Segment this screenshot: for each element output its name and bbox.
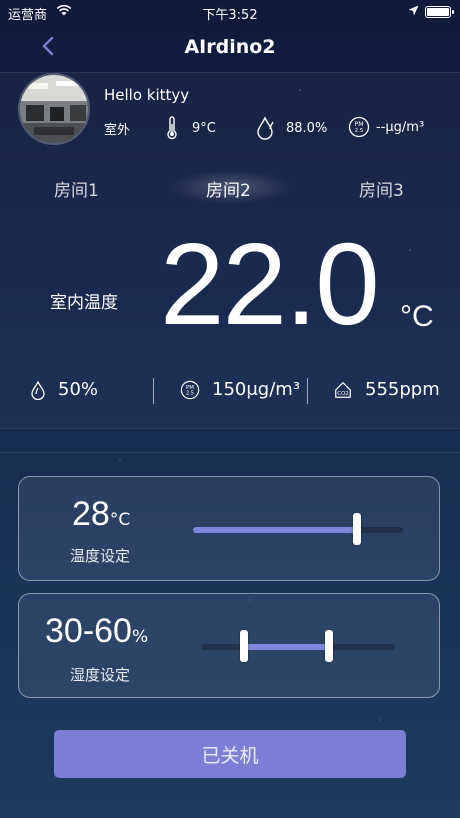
indoor-temperature-unit: °C — [400, 300, 434, 333]
temperature-slider[interactable] — [193, 513, 403, 545]
indoor-pm25: PM 2.5 150μg/m³ — [180, 379, 300, 400]
indoor-humidity-value: 50% — [58, 379, 99, 400]
stat-divider — [307, 378, 308, 404]
page-title: AIrdino2 — [184, 36, 276, 58]
power-button[interactable]: 已关机 — [54, 730, 406, 778]
divider — [0, 452, 460, 453]
indoor-co2: CO2 555ppm — [333, 379, 440, 400]
pm25-icon: PM 2.5 — [180, 380, 200, 399]
indoor-temperature-value: 22.0 — [160, 219, 380, 349]
temperature-setting-value: 28 — [72, 495, 110, 533]
humidity-setting-label: 湿度设定 — [70, 666, 131, 684]
humidity-setting-unit: % — [131, 627, 149, 647]
humidity-setting-value-group: 30-60% — [45, 612, 148, 651]
divider — [0, 428, 460, 429]
humidity-max-thumb[interactable] — [325, 630, 334, 662]
temperature-setting-unit: °C — [109, 510, 131, 530]
battery-icon — [425, 6, 454, 18]
status-bar: 运营商 下午3:52 — [0, 0, 460, 24]
greeting-text: Hello kittyy — [104, 86, 190, 104]
co2-icon: CO2 — [335, 381, 351, 398]
temperature-slider-fill — [193, 527, 357, 533]
temperature-slider-thumb[interactable] — [352, 513, 361, 545]
outdoor-humidity-value: 88.0% — [286, 120, 328, 136]
thermometer-icon — [167, 116, 177, 140]
room-photo-avatar[interactable] — [18, 73, 90, 145]
humidity-range-fill — [243, 644, 330, 650]
outdoor-label: 室外 — [104, 123, 131, 138]
svg-text:2.5: 2.5 — [355, 128, 364, 134]
water-drop-icon — [257, 116, 274, 140]
water-drop-icon — [31, 380, 45, 400]
humidity-setting-value: 30-60 — [45, 612, 132, 650]
status-time: 下午3:52 — [202, 8, 258, 23]
outdoor-pm25-value: --μg/m³ — [376, 119, 425, 135]
humidity-setting-card: 30-60% 湿度设定 — [18, 593, 440, 698]
svg-text:2.5: 2.5 — [186, 390, 194, 396]
tab-room-3[interactable]: 房间3 — [359, 176, 404, 201]
indoor-temperature-label: 室内温度 — [50, 293, 118, 313]
temperature-setting-card: 28°C 温度设定 — [18, 476, 440, 581]
outdoor-temperature-value: 9°C — [192, 120, 216, 136]
co2-badge-text: CO2 — [337, 391, 349, 397]
tab-room-2[interactable]: 房间2 — [206, 176, 251, 201]
outdoor-temperature: 9°C — [166, 116, 216, 140]
indoor-pm25-value: 150μg/m³ — [212, 379, 301, 400]
divider — [0, 72, 460, 73]
pm25-icon: PM 2.5 — [348, 116, 370, 138]
humidity-range-slider[interactable] — [201, 630, 395, 662]
temperature-setting-label: 温度设定 — [70, 547, 131, 565]
temperature-setting-value-group: 28°C — [72, 495, 130, 534]
indoor-co2-value: 555ppm — [365, 379, 440, 400]
tab-room-1[interactable]: 房间1 — [54, 176, 99, 201]
indoor-humidity: 50% — [30, 379, 98, 400]
stat-divider — [153, 378, 154, 404]
outdoor-pm25: PM 2.5 --μg/m³ — [348, 116, 424, 138]
svg-text:PM: PM — [355, 121, 364, 128]
outdoor-humidity: 88.0% — [256, 116, 327, 140]
location-arrow-icon — [408, 5, 419, 16]
humidity-min-thumb[interactable] — [239, 630, 248, 662]
